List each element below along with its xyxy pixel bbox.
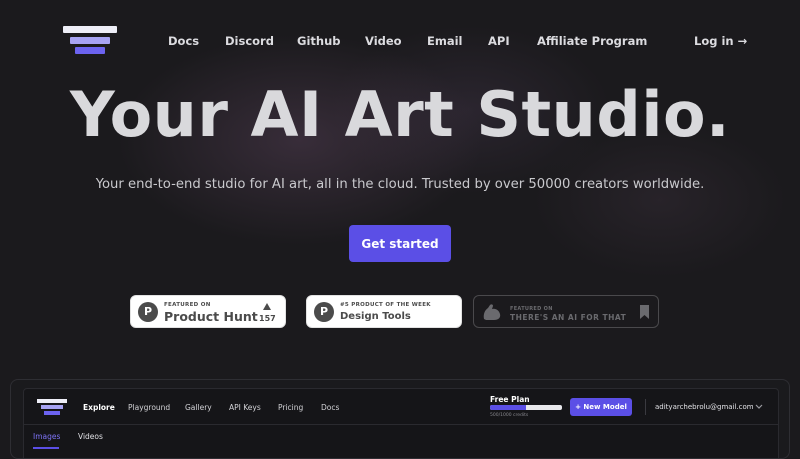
badge-caption: FEATURED ON	[510, 306, 553, 312]
flexed-arm-icon	[483, 304, 501, 320]
product-hunt-badge[interactable]: P FEATURED ON Product Hunt 157	[130, 295, 286, 328]
ai-for-that-badge[interactable]: FEATURED ON THERE'S AN AI FOR THAT	[473, 295, 659, 328]
logo-bar-middle	[41, 405, 63, 409]
badge-title: THERE'S AN AI FOR THAT	[510, 313, 627, 322]
app-logo-icon[interactable]	[37, 399, 67, 417]
divider	[645, 399, 646, 415]
logo-bar-top	[63, 26, 117, 33]
nav-email[interactable]: Email	[427, 34, 462, 48]
credits-text: 500/1000 credits	[490, 413, 529, 418]
nav-affiliate-program[interactable]: Affiliate Program	[537, 34, 647, 48]
upvote-number: 157	[259, 314, 276, 323]
app-nav-api-keys[interactable]: API Keys	[229, 403, 261, 412]
badge-caption: FEATURED ON	[164, 302, 211, 308]
top-nav: Docs Discord Github Video Email API Affi…	[0, 34, 800, 50]
active-tab-indicator	[33, 447, 59, 449]
product-hunt-icon: P	[314, 302, 334, 322]
bookmark-icon	[640, 305, 649, 319]
get-started-button[interactable]: Get started	[349, 225, 451, 262]
chevron-down-icon[interactable]	[755, 404, 763, 410]
hero-title: Your AI Art Studio.	[69, 78, 731, 151]
credits-progress-bar	[490, 405, 562, 410]
nav-docs[interactable]: Docs	[168, 34, 199, 48]
badge-title: Product Hunt	[164, 309, 258, 324]
upvote-count: 157	[259, 301, 276, 323]
new-model-button[interactable]: + New Model	[570, 398, 632, 416]
account-email[interactable]: adityarchebrolu@gmail.com	[655, 403, 754, 411]
plan-label: Free Plan	[490, 395, 530, 404]
nav-discord[interactable]: Discord	[225, 34, 274, 48]
upvote-arrow-icon	[263, 303, 271, 310]
app-nav-gallery[interactable]: Gallery	[185, 403, 212, 412]
nav-video[interactable]: Video	[365, 34, 402, 48]
hero-subtitle: Your end-to-end studio for AI art, all i…	[95, 177, 705, 192]
app-nav-pricing[interactable]: Pricing	[278, 403, 303, 412]
nav-github[interactable]: Github	[297, 34, 340, 48]
app-nav-docs[interactable]: Docs	[321, 403, 339, 412]
divider	[23, 424, 779, 425]
nav-api[interactable]: API	[488, 34, 510, 48]
product-hunt-icon: P	[138, 302, 158, 322]
logo-bar-top	[37, 399, 67, 403]
app-nav-playground[interactable]: Playground	[128, 403, 170, 412]
design-tools-badge[interactable]: P #5 PRODUCT OF THE WEEK Design Tools	[306, 295, 462, 328]
credits-progress-fill	[490, 405, 526, 410]
logo-bar-bottom	[44, 411, 60, 415]
app-nav-explore[interactable]: Explore	[83, 403, 115, 412]
badge-title: Design Tools	[340, 311, 411, 322]
app-preview-frame	[10, 379, 790, 459]
badge-caption: #5 PRODUCT OF THE WEEK	[340, 302, 431, 308]
tab-videos[interactable]: Videos	[78, 432, 103, 441]
login-link[interactable]: Log in →	[694, 34, 747, 48]
tab-images[interactable]: Images	[33, 432, 60, 441]
